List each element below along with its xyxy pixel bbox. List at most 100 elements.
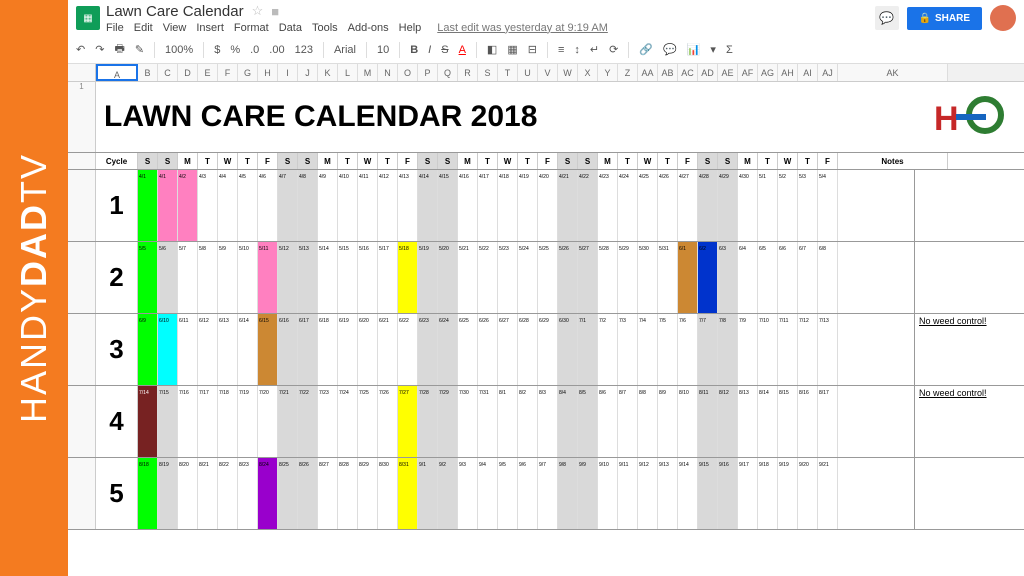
date-cell[interactable]: 6/25 <box>458 314 478 328</box>
day-cell[interactable] <box>278 400 298 457</box>
day-cell[interactable] <box>638 256 658 313</box>
date-cell[interactable]: 8/21 <box>198 458 218 472</box>
date-cell[interactable]: 5/21 <box>458 242 478 256</box>
date-cell[interactable]: 5/7 <box>178 242 198 256</box>
column-header[interactable]: M <box>358 64 378 81</box>
day-cell[interactable] <box>738 400 758 457</box>
date-cell[interactable]: 6/8 <box>818 242 838 256</box>
date-cell[interactable]: 8/30 <box>378 458 398 472</box>
date-cell[interactable]: 5/15 <box>338 242 358 256</box>
day-cell[interactable] <box>598 328 618 385</box>
day-cell[interactable] <box>398 400 418 457</box>
column-header[interactable]: AC <box>678 64 698 81</box>
day-cell[interactable] <box>198 184 218 241</box>
date-cell[interactable]: 4/10 <box>338 170 358 184</box>
date-cell[interactable]: 7/12 <box>798 314 818 328</box>
date-cell[interactable]: 8/6 <box>598 386 618 400</box>
day-cell[interactable] <box>558 184 578 241</box>
column-header[interactable]: AK <box>838 64 948 81</box>
day-cell[interactable] <box>218 256 238 313</box>
date-cell[interactable]: 9/7 <box>538 458 558 472</box>
date-cell[interactable]: 7/3 <box>618 314 638 328</box>
day-cell[interactable] <box>718 184 738 241</box>
date-cell[interactable]: 4/23 <box>598 170 618 184</box>
day-cell[interactable] <box>798 256 818 313</box>
date-cell[interactable]: 8/9 <box>658 386 678 400</box>
date-cell[interactable]: 4/1 <box>138 170 158 184</box>
day-cell[interactable] <box>178 256 198 313</box>
day-cell[interactable] <box>438 328 458 385</box>
date-cell[interactable]: 5/3 <box>798 170 818 184</box>
notes-cell[interactable] <box>914 458 1024 529</box>
day-cell[interactable] <box>298 184 318 241</box>
day-cell[interactable] <box>418 184 438 241</box>
date-cell[interactable]: 8/3 <box>538 386 558 400</box>
date-cell[interactable]: 6/17 <box>298 314 318 328</box>
date-cell[interactable]: 7/9 <box>738 314 758 328</box>
day-cell[interactable] <box>258 328 278 385</box>
date-cell[interactable]: 7/18 <box>218 386 238 400</box>
column-header[interactable]: H <box>258 64 278 81</box>
date-cell[interactable]: 6/16 <box>278 314 298 328</box>
date-cell[interactable]: 5/13 <box>298 242 318 256</box>
day-cell[interactable] <box>678 256 698 313</box>
day-cell[interactable] <box>138 256 158 313</box>
borders-icon[interactable]: ▦ <box>507 43 517 56</box>
functions-icon[interactable]: Σ <box>726 44 733 56</box>
column-header[interactable]: N <box>378 64 398 81</box>
day-cell[interactable] <box>158 472 178 529</box>
date-cell[interactable]: 4/8 <box>298 170 318 184</box>
day-cell[interactable] <box>538 472 558 529</box>
date-cell[interactable]: 5/26 <box>558 242 578 256</box>
column-header[interactable]: T <box>498 64 518 81</box>
date-cell[interactable]: 6/19 <box>338 314 358 328</box>
day-cell[interactable] <box>678 184 698 241</box>
day-cell[interactable] <box>458 472 478 529</box>
menu-edit[interactable]: Edit <box>134 22 153 34</box>
column-header[interactable]: AF <box>738 64 758 81</box>
column-header[interactable]: Q <box>438 64 458 81</box>
date-cell[interactable]: 4/26 <box>658 170 678 184</box>
date-cell[interactable]: 8/15 <box>778 386 798 400</box>
date-cell[interactable]: 7/24 <box>338 386 358 400</box>
date-cell[interactable]: 6/11 <box>178 314 198 328</box>
date-cell[interactable]: 7/27 <box>398 386 418 400</box>
date-cell[interactable]: 8/31 <box>398 458 418 472</box>
day-cell[interactable] <box>478 328 498 385</box>
date-cell[interactable]: 7/23 <box>318 386 338 400</box>
date-cell[interactable]: 6/18 <box>318 314 338 328</box>
date-cell[interactable]: 9/16 <box>718 458 738 472</box>
day-cell[interactable] <box>318 472 338 529</box>
date-cell[interactable]: 6/2 <box>698 242 718 256</box>
day-cell[interactable] <box>578 256 598 313</box>
date-cell[interactable]: 5/9 <box>218 242 238 256</box>
date-cell[interactable]: 4/22 <box>578 170 598 184</box>
day-cell[interactable] <box>578 328 598 385</box>
date-cell[interactable]: 6/20 <box>358 314 378 328</box>
day-cell[interactable] <box>818 328 838 385</box>
date-cell[interactable]: 8/16 <box>798 386 818 400</box>
day-cell[interactable] <box>438 472 458 529</box>
date-cell[interactable]: 9/17 <box>738 458 758 472</box>
date-cell[interactable]: 7/4 <box>638 314 658 328</box>
column-header[interactable]: X <box>578 64 598 81</box>
merge-icon[interactable]: ⊟ <box>528 43 537 56</box>
date-cell[interactable]: 6/9 <box>138 314 158 328</box>
star-icon[interactable]: ☆ <box>252 3 264 19</box>
column-header[interactable]: AB <box>658 64 678 81</box>
day-cell[interactable] <box>278 184 298 241</box>
day-cell[interactable] <box>658 328 678 385</box>
column-header[interactable]: AJ <box>818 64 838 81</box>
date-cell[interactable]: 4/27 <box>678 170 698 184</box>
date-cell[interactable]: 5/23 <box>498 242 518 256</box>
date-cell[interactable]: 8/14 <box>758 386 778 400</box>
date-cell[interactable]: 7/30 <box>458 386 478 400</box>
day-cell[interactable] <box>238 184 258 241</box>
column-header[interactable]: R <box>458 64 478 81</box>
column-header[interactable]: S <box>478 64 498 81</box>
day-cell[interactable] <box>598 472 618 529</box>
day-cell[interactable] <box>298 400 318 457</box>
undo-icon[interactable]: ↶ <box>76 43 85 56</box>
date-cell[interactable]: 8/26 <box>298 458 318 472</box>
date-cell[interactable]: 4/29 <box>718 170 738 184</box>
